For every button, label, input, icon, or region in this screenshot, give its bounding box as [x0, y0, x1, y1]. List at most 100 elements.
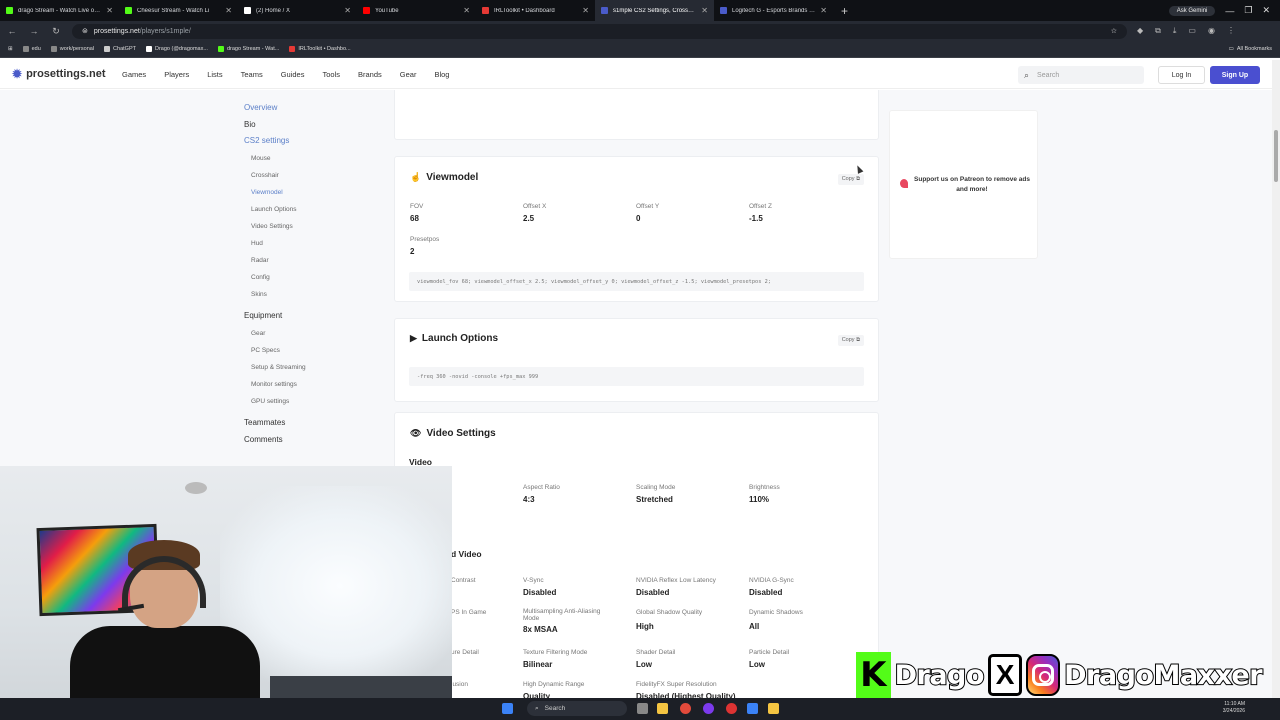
download-icon[interactable]: ⤓	[1173, 26, 1177, 36]
task-view-icon[interactable]	[637, 703, 648, 714]
close-window-icon[interactable]: ✕	[1262, 5, 1270, 16]
windows-start-icon[interactable]	[502, 703, 513, 714]
profile-icon[interactable]: ◉	[1208, 26, 1215, 36]
viewmodel-command[interactable]: viewmodel_fov 68; viewmodel_offset_x 2.5…	[409, 272, 864, 291]
bookmark-item[interactable]: edu	[22, 46, 41, 52]
new-tab-button[interactable]: +	[833, 4, 856, 18]
ask-gemini-button[interactable]: Ask Gemini	[1168, 5, 1216, 16]
sidebar-item-gpu-settings[interactable]: GPU settings	[244, 393, 384, 410]
nav-link-lists[interactable]: Lists	[207, 70, 222, 79]
sidebar-item-crosshair[interactable]: Crosshair	[244, 167, 384, 184]
nav-link-tools[interactable]: Tools	[322, 70, 340, 79]
minimize-icon[interactable]: —	[1225, 6, 1234, 16]
page-scrollbar[interactable]	[1272, 60, 1280, 700]
sidebar-item-setup-streaming[interactable]: Setup & Streaming	[244, 359, 384, 376]
close-tab-icon[interactable]: ✕	[701, 6, 708, 15]
reading-list-icon[interactable]: ▭	[1188, 26, 1196, 36]
back-icon[interactable]: ←	[6, 26, 18, 36]
viewmodel-presetpos: Presetpos 2	[410, 236, 520, 256]
field-label: Brightness	[749, 484, 780, 491]
bookmark-item[interactable]: ChatGPT	[104, 46, 136, 52]
sidebar-cs2-settings[interactable]: CS2 settings	[244, 133, 384, 150]
sidebar-item-viewmodel[interactable]: Viewmodel	[244, 184, 384, 201]
bookmark-item[interactable]: work/personal	[50, 46, 94, 52]
all-bookmarks-button[interactable]: ▭ All Bookmarks	[1229, 46, 1272, 52]
sidebar-item-config[interactable]: Config	[244, 269, 384, 286]
launch-copy-button[interactable]: Copy ⧉	[837, 335, 864, 346]
nav-link-gear[interactable]: Gear	[400, 70, 417, 79]
nav-link-blog[interactable]: Blog	[434, 70, 449, 79]
patreon-ad[interactable]: Support us on Patreon to remove ads and …	[889, 110, 1038, 259]
app-icon[interactable]	[703, 703, 714, 714]
close-tab-icon[interactable]: ✕	[463, 6, 470, 15]
bookmark-item[interactable]: Drago (@dragomax...	[145, 46, 208, 52]
sidebar-item-launch-options[interactable]: Launch Options	[244, 201, 384, 218]
tab-title: s1mple CS2 Settings, Crosshair	[613, 7, 697, 14]
nav-link-guides[interactable]: Guides	[281, 70, 305, 79]
sidebar-item-gear[interactable]: Gear	[244, 325, 384, 342]
site-logo[interactable]: ✹ prosettings.net	[12, 67, 122, 81]
nav-link-players[interactable]: Players	[164, 70, 189, 79]
chrome-icon[interactable]	[680, 703, 691, 714]
browser-tab[interactable]: drago Stream - Watch Live on K ✕	[0, 0, 119, 21]
app-icon-3[interactable]	[747, 703, 758, 714]
close-tab-icon[interactable]: ✕	[344, 6, 351, 15]
login-button[interactable]: Log In	[1158, 66, 1205, 84]
sidebar-item-pc-specs[interactable]: PC Specs	[244, 342, 384, 359]
extensions-puzzle-icon[interactable]: ⧉	[1155, 26, 1161, 36]
nav-link-teams[interactable]: Teams	[241, 70, 263, 79]
dynamic-shadows: Dynamic Shadows All	[749, 609, 859, 631]
sidebar-bio[interactable]: Bio	[244, 117, 384, 134]
file-explorer-icon[interactable]	[657, 703, 668, 714]
restore-icon[interactable]: ❐	[1244, 5, 1252, 16]
nav-link-brands[interactable]: Brands	[358, 70, 382, 79]
system-clock[interactable]: 11:10 AM 3/24/2026	[1223, 701, 1245, 715]
signup-button[interactable]: Sign Up	[1210, 66, 1260, 84]
sidebar-item-monitor-settings[interactable]: Monitor settings	[244, 376, 384, 393]
forward-icon[interactable]: →	[28, 26, 40, 36]
nav-link-games[interactable]: Games	[122, 70, 146, 79]
tab-favicon-icon	[125, 7, 132, 14]
close-tab-icon[interactable]: ✕	[225, 6, 232, 15]
browser-tab-strip: drago Stream - Watch Live on K ✕ Cheesur S…	[0, 0, 1280, 21]
reload-icon[interactable]: ↻	[50, 26, 62, 37]
launch-command[interactable]: -freq 360 -novid -console +fps_max 999	[409, 367, 864, 386]
bookmark-item[interactable]: IRLToolkit • Dashbo...	[289, 46, 351, 52]
scrollbar-thumb[interactable]	[1274, 130, 1278, 182]
sidebar-item-skins[interactable]: Skins	[244, 286, 384, 303]
site-search-input[interactable]: ⌕ Search	[1018, 66, 1144, 84]
aspect-ratio: Aspect Ratio 4:3	[523, 484, 633, 504]
shader-detail: Shader Detail Low	[636, 649, 746, 669]
viewmodel-offset-z: Offset Z -1.5	[749, 203, 859, 223]
site-info-icon[interactable]: ⊜	[82, 27, 88, 35]
apps-grid-icon[interactable]: ⊞	[8, 46, 13, 52]
taskbar-search[interactable]: ⌕ Search	[527, 701, 627, 716]
browser-tab[interactable]: Logitech G - Esports Brands - P ✕	[714, 0, 833, 21]
url-input[interactable]: ⊜ prosettings.net/players/s1mple/ ☆	[72, 23, 1127, 39]
browser-tab[interactable]: s1mple CS2 Settings, Crosshair ✕	[595, 0, 714, 21]
browser-tab[interactable]: (2) Home / X ✕	[238, 0, 357, 21]
app-icon-4[interactable]	[768, 703, 779, 714]
browser-tab[interactable]: Cheesur Stream - Watch Li ✕	[119, 0, 238, 21]
sidebar-equipment[interactable]: Equipment	[244, 308, 384, 325]
bookmark-item[interactable]: drago Stream - Wat...	[217, 46, 279, 52]
browser-tab[interactable]: IRLToolkit • Dashboard ✕	[476, 0, 595, 21]
url-path: /players/s1mple/	[139, 27, 191, 35]
viewmodel-copy-button[interactable]: Copy ⧉	[837, 174, 864, 185]
menu-icon[interactable]: ⋮	[1227, 26, 1235, 36]
sidebar-comments[interactable]: Comments	[244, 432, 384, 449]
sidebar-item-radar[interactable]: Radar	[244, 252, 384, 269]
partial-label: e	[445, 517, 555, 528]
close-tab-icon[interactable]: ✕	[820, 6, 827, 15]
sidebar-item-video-settings[interactable]: Video Settings	[244, 218, 384, 235]
app-icon-2[interactable]	[726, 703, 737, 714]
extension-icon[interactable]: ◆	[1137, 26, 1143, 36]
sidebar-overview[interactable]: Overview	[244, 100, 384, 117]
browser-tab[interactable]: YouTube ✕	[357, 0, 476, 21]
sidebar-item-hud[interactable]: Hud	[244, 235, 384, 252]
sidebar-teammates[interactable]: Teammates	[244, 415, 384, 432]
bookmark-star-icon[interactable]: ☆	[1111, 27, 1117, 35]
close-tab-icon[interactable]: ✕	[582, 6, 589, 15]
sidebar-item-mouse[interactable]: Mouse	[244, 150, 384, 167]
close-tab-icon[interactable]: ✕	[106, 6, 113, 15]
